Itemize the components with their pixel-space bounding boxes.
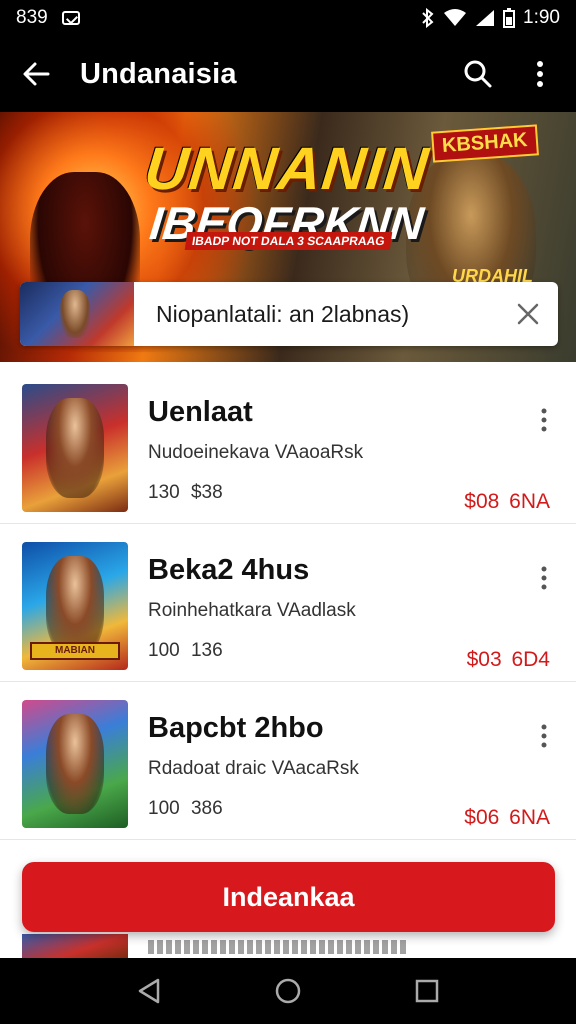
clear-search-button[interactable] <box>498 282 558 346</box>
next-item-thumbnail <box>22 934 128 958</box>
game-title: Uenlaat <box>148 396 253 428</box>
item-more-button[interactable] <box>526 718 562 754</box>
list-item[interactable]: MABIAN Beka2 4hus Roinhehatkara VAadlask… <box>0 524 576 682</box>
notification-icon <box>61 11 80 25</box>
game-subtitle: Rdadoat draic VAacaRsk <box>148 758 359 779</box>
nav-home-button[interactable] <box>263 966 313 1016</box>
more-vert-icon <box>537 61 543 87</box>
next-item-text <box>148 940 408 954</box>
search-button[interactable] <box>456 52 500 96</box>
nav-recents-button[interactable] <box>402 966 452 1016</box>
status-time-right: 1:90 <box>523 7 560 28</box>
banner-headline: UNNANIN <box>141 135 433 202</box>
game-thumbnail: MABIAN <box>22 542 128 670</box>
thumbnail-hero-image <box>46 714 104 814</box>
more-vert-icon <box>541 566 547 590</box>
banner-badge-top: KBSHAK <box>431 124 539 163</box>
thumbnail-hero-image <box>46 398 104 498</box>
search-input[interactable] <box>134 282 498 346</box>
bluetooth-icon <box>422 8 434 28</box>
status-time-left: 839 <box>16 7 48 28</box>
more-options-button[interactable] <box>518 52 562 96</box>
game-price: $06 6NA <box>464 806 550 829</box>
back-button[interactable] <box>14 52 58 96</box>
app-bar: Undanaisia <box>0 36 576 112</box>
thumbnail-hero-image <box>46 556 104 656</box>
search-thumbnail <box>20 282 134 346</box>
game-subtitle: Nudoeinekava VAaoaRsk <box>148 442 364 463</box>
signal-icon <box>476 10 495 26</box>
game-list: Uenlaat Nudoeinekava VAaoaRsk 130 $38 $0… <box>0 366 576 840</box>
game-title: Bapcbt 2hbo <box>148 712 324 744</box>
game-thumbnail <box>22 384 128 512</box>
list-item[interactable]: Uenlaat Nudoeinekava VAaoaRsk 130 $38 $0… <box>0 366 576 524</box>
back-triangle-icon <box>139 978 160 1004</box>
system-nav-bar <box>0 958 576 1024</box>
status-bar: 839 1:90 <box>0 0 576 36</box>
game-subtitle: Roinhehatkara VAadlask <box>148 600 356 621</box>
primary-action-button[interactable]: Indeankaa <box>22 862 555 932</box>
game-meta: 130 $38 <box>148 482 223 503</box>
game-thumbnail <box>22 700 128 828</box>
more-vert-icon <box>541 724 547 748</box>
home-circle-icon <box>275 978 301 1004</box>
game-price: $03 6D4 <box>466 648 550 671</box>
page-title: Undanaisia <box>80 57 237 90</box>
back-arrow-icon <box>23 62 50 86</box>
game-meta: 100 386 <box>148 798 223 819</box>
battery-icon <box>503 8 516 28</box>
search-bar <box>20 282 558 346</box>
banner-tagline: IBADP NOT DALA 3 SCAAPRAAG <box>184 232 392 250</box>
game-title: Beka2 4hus <box>148 554 310 586</box>
close-icon <box>517 303 539 325</box>
thumbnail-logo: MABIAN <box>30 642 120 660</box>
wifi-icon <box>444 9 467 26</box>
more-vert-icon <box>541 408 547 432</box>
item-more-button[interactable] <box>526 402 562 438</box>
nav-back-button[interactable] <box>124 966 174 1016</box>
search-icon <box>464 60 492 88</box>
game-meta: 100 136 <box>148 640 223 661</box>
game-price: $08 6NA <box>464 490 550 513</box>
recents-square-icon <box>415 979 438 1003</box>
list-item[interactable]: Bapcbt 2hbo Rdadoat draic VAacaRsk 100 3… <box>0 682 576 840</box>
item-more-button[interactable] <box>526 560 562 596</box>
